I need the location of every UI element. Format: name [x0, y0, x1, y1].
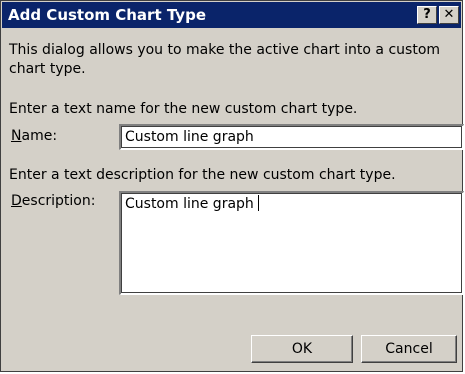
text-caret	[257, 195, 259, 211]
description-label: Description:	[11, 193, 95, 209]
ok-button[interactable]: OK	[251, 335, 353, 363]
name-prompt: Enter a text name for the new custom cha…	[9, 101, 358, 117]
description-value: Custom line graph	[125, 196, 254, 212]
help-button[interactable]: ?	[417, 6, 437, 24]
name-input[interactable]: Custom line graph	[119, 124, 464, 150]
description-textarea[interactable]: Custom line graph	[119, 191, 464, 295]
description-label-text: escription:	[21, 193, 96, 209]
help-icon: ?	[423, 7, 431, 22]
description-label-accesskey: D	[11, 193, 22, 209]
add-custom-chart-type-dialog: Add Custom Chart Type ? ✕ This dialog al…	[0, 0, 464, 372]
close-button[interactable]: ✕	[439, 6, 459, 24]
name-label-text: ame:	[21, 128, 58, 144]
intro-text: This dialog allows you to make the activ…	[9, 42, 441, 77]
name-label-accesskey: N	[11, 128, 22, 144]
title-bar[interactable]: Add Custom Chart Type ? ✕	[2, 2, 461, 28]
close-icon: ✕	[443, 7, 455, 22]
name-label: Name:	[11, 128, 57, 144]
cancel-button[interactable]: Cancel	[361, 335, 457, 363]
description-prompt: Enter a text description for the new cus…	[9, 167, 396, 183]
dialog-title: Add Custom Chart Type	[8, 6, 206, 24]
